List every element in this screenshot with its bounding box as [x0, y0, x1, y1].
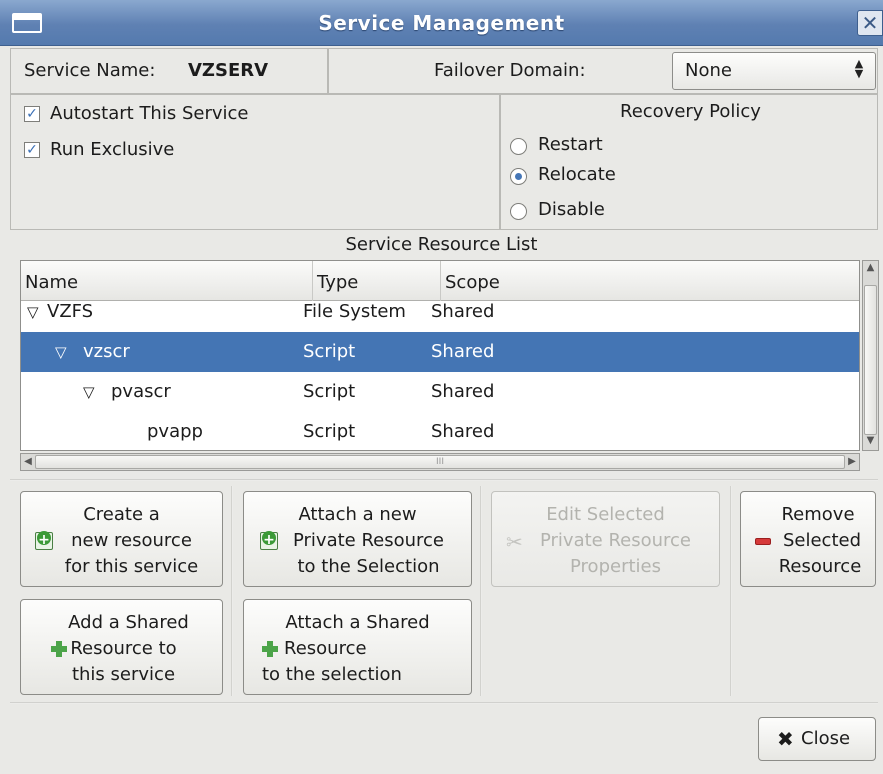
separator — [730, 486, 732, 696]
expander-icon[interactable]: ▽ — [27, 293, 39, 331]
button-line: Add a Shared — [68, 612, 189, 633]
scroll-grip: III — [436, 457, 444, 467]
service-name-label: Service Name: — [24, 60, 156, 81]
edit-selected-resource-button[interactable]: Edit Selected ✂ Private Resource Propert… — [491, 491, 720, 587]
button-line: to the Selection — [297, 556, 440, 577]
tree-row[interactable]: pvapp Script Shared — [21, 412, 859, 450]
scroll-right-icon[interactable]: ▶ — [846, 455, 858, 469]
tree-row[interactable]: ▽ VZFS File System Shared — [21, 293, 859, 331]
row-name: pvascr — [111, 381, 171, 402]
button-line: Create a — [83, 504, 160, 525]
restart-label[interactable]: Restart — [538, 131, 603, 159]
row-scope: Shared — [431, 421, 495, 442]
button-line: Resource to — [70, 638, 177, 659]
create-new-resource-button[interactable]: Create a new resource for this service — [20, 491, 223, 587]
row-type: Script — [303, 341, 356, 362]
separator — [480, 486, 482, 696]
button-line: Resource — [778, 556, 862, 577]
title-bar[interactable]: Service Management ✕ — [0, 0, 883, 46]
button-line: Private Resource — [539, 530, 692, 551]
row-type: File System — [303, 301, 406, 322]
tree-row-selected[interactable]: ▽ vzscr Script Shared — [21, 332, 859, 372]
failover-domain-value: None — [685, 60, 732, 81]
horizontal-scroll-thumb[interactable]: III — [35, 455, 845, 469]
button-line: Private Resource — [292, 530, 445, 551]
button-line: for this service — [64, 556, 199, 577]
button-line: Remove — [781, 504, 855, 525]
separator — [231, 486, 233, 696]
resource-list-title: Service Resource List — [345, 234, 538, 255]
expander-icon[interactable]: ▽ — [83, 372, 95, 412]
row-scope: Shared — [431, 341, 495, 362]
expander-icon[interactable]: ▽ — [55, 332, 67, 372]
row-scope: Shared — [431, 381, 495, 402]
button-line: Edit Selected — [546, 504, 665, 525]
autostart-checkbox[interactable]: ✓ — [24, 106, 40, 122]
close-label: Close — [801, 728, 851, 749]
button-line: to the selection — [262, 664, 402, 685]
row-name: VZFS — [47, 301, 94, 322]
tree-row[interactable]: ▽ pvascr Script Shared — [21, 372, 859, 412]
row-scope: Shared — [431, 301, 495, 322]
horizontal-scrollbar[interactable]: ◀ III ▶ — [20, 453, 860, 471]
remove-selected-resource-button[interactable]: Remove Selected Resource — [740, 491, 876, 587]
separator — [10, 702, 878, 704]
select-arrows-icon: ▲ ▼ — [854, 57, 864, 80]
row-type: Script — [303, 421, 356, 442]
failover-domain-label: Failover Domain: — [434, 60, 586, 81]
failover-domain-select[interactable]: None ▲ ▼ — [672, 52, 876, 90]
vertical-scrollbar[interactable]: ▲ ▼ — [862, 260, 879, 451]
button-line: Attach a Shared — [285, 612, 430, 633]
button-line: Properties — [570, 556, 661, 577]
relocate-radio[interactable] — [510, 168, 527, 185]
close-icon: ✖ — [777, 727, 794, 751]
button-line: new resource — [71, 530, 192, 551]
scroll-up-icon[interactable]: ▲ — [863, 262, 878, 273]
resource-tree[interactable]: Name Type Scope ▽ VZFS File System Share… — [20, 260, 860, 451]
attach-shared-resource-button[interactable]: Attach a Shared Resource to the selectio… — [243, 599, 472, 695]
button-line: Selected — [782, 530, 862, 551]
window-close-icon[interactable]: ✕ — [857, 10, 883, 36]
restart-radio[interactable] — [510, 138, 527, 155]
scroll-left-icon[interactable]: ◀ — [22, 455, 34, 469]
disable-radio[interactable] — [510, 203, 527, 220]
row-name: pvapp — [147, 421, 203, 442]
row-type: Script — [303, 381, 356, 402]
autostart-label[interactable]: Autostart This Service — [50, 100, 248, 128]
button-line: this service — [71, 664, 176, 685]
relocate-label[interactable]: Relocate — [538, 161, 616, 189]
recovery-policy-title: Recovery Policy — [620, 101, 761, 122]
button-line: Attach a new — [298, 504, 417, 525]
service-name-value: VZSERV — [188, 60, 269, 81]
add-shared-resource-button[interactable]: Add a Shared Resource to this service — [20, 599, 223, 695]
close-button[interactable]: ✖ Close — [758, 717, 876, 761]
disable-label[interactable]: Disable — [538, 196, 605, 224]
window-title: Service Management — [318, 11, 565, 35]
scroll-down-icon[interactable]: ▼ — [863, 435, 878, 446]
run-exclusive-label[interactable]: Run Exclusive — [50, 136, 174, 164]
row-name: vzscr — [83, 341, 130, 362]
vertical-scroll-thumb[interactable] — [864, 285, 877, 435]
button-line: Resource — [284, 638, 367, 659]
attach-private-resource-button[interactable]: Attach a new Private Resource to the Sel… — [243, 491, 472, 587]
run-exclusive-checkbox[interactable]: ✓ — [24, 142, 40, 158]
separator — [10, 479, 878, 481]
